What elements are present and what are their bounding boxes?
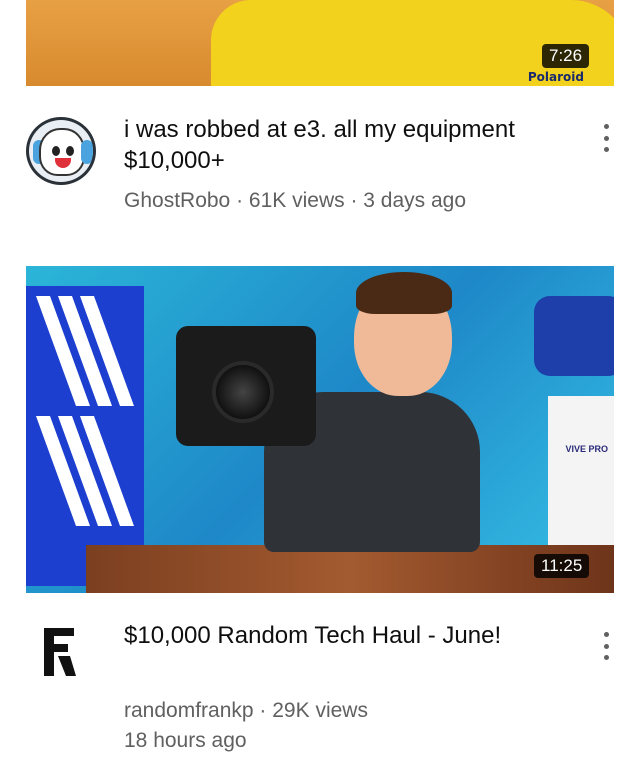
thumbnail-image bbox=[26, 286, 144, 586]
video-meta: randomfrankp · 29K views bbox=[124, 696, 368, 726]
channel-avatar-icon[interactable] bbox=[26, 117, 96, 185]
meta-separator: · bbox=[253, 699, 273, 722]
channel-name[interactable]: GhostRobo bbox=[124, 189, 230, 212]
headphone-icon bbox=[81, 140, 93, 164]
meta-separator: · bbox=[230, 189, 249, 212]
video-duration-badge: 11:25 bbox=[534, 554, 590, 578]
thumbnail-watermark: VIVE PRO bbox=[565, 444, 608, 454]
channel-avatar-icon[interactable] bbox=[40, 622, 80, 682]
view-count: 29K views bbox=[272, 699, 368, 722]
meta-separator: · bbox=[344, 189, 364, 212]
upload-age: 3 days ago bbox=[363, 189, 467, 212]
view-count: 61K views bbox=[248, 189, 345, 212]
video-title[interactable]: i was robbed at e3. all my equipment $10… bbox=[124, 114, 544, 176]
more-vert-icon[interactable] bbox=[596, 124, 616, 152]
ghost-icon bbox=[39, 128, 85, 176]
upload-age: 18 hours ago bbox=[124, 729, 247, 752]
thumbnail-image bbox=[534, 296, 614, 376]
video-thumbnail[interactable]: VIVE PRO bbox=[26, 266, 614, 593]
video-meta: GhostRobo · 61K views · 3 days ago bbox=[124, 186, 466, 216]
video-title[interactable]: $10,000 Random Tech Haul - June! bbox=[124, 620, 544, 651]
video-thumbnail[interactable]: Polaroid bbox=[26, 0, 614, 86]
more-vert-icon[interactable] bbox=[596, 632, 616, 660]
video-duration-badge: 7:26 bbox=[542, 44, 590, 68]
thumbnail-image bbox=[356, 272, 452, 314]
thumbnail-watermark: Polaroid bbox=[527, 70, 584, 84]
camera-lens-image bbox=[212, 361, 274, 423]
channel-name[interactable]: randomfrankp bbox=[124, 699, 254, 722]
